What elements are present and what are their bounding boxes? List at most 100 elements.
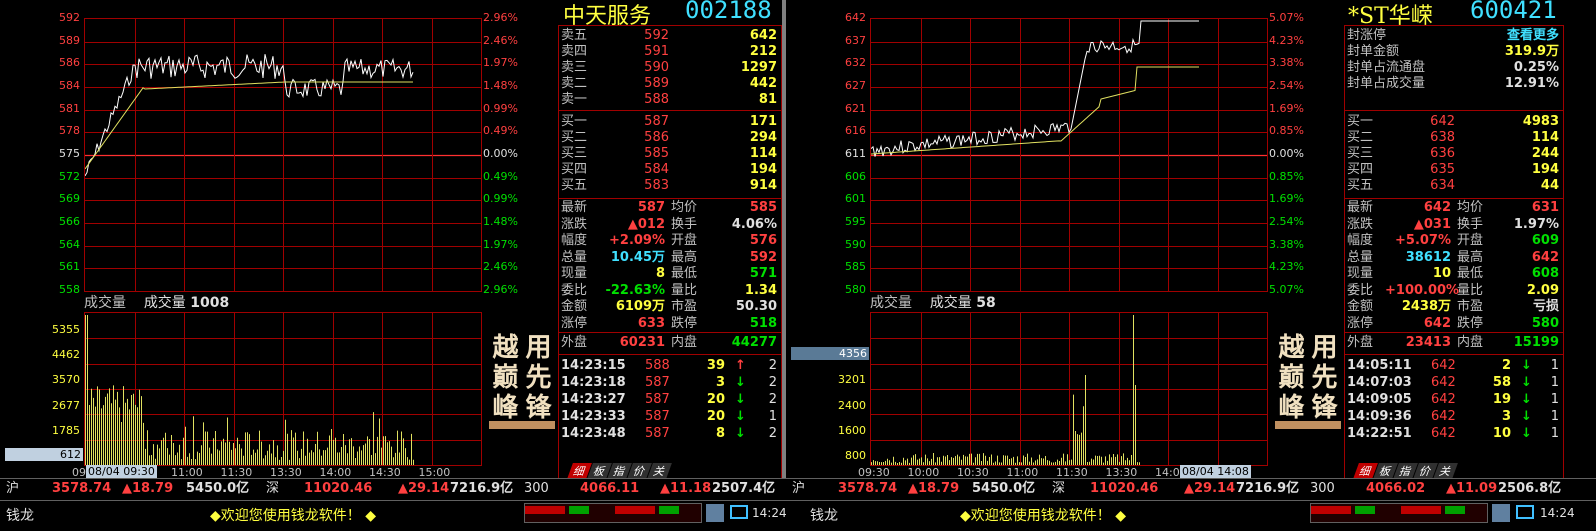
price-line bbox=[84, 54, 414, 177]
pct-tick: 0.85% bbox=[1269, 169, 1304, 183]
sz-amount-right: 7216.9亿 bbox=[1236, 481, 1300, 496]
c300-amount-left: 2507.4亿 bbox=[712, 481, 776, 496]
order-book-row: 卖一 588 81 bbox=[561, 92, 777, 107]
monitor-icon-left[interactable] bbox=[730, 505, 748, 519]
sh-index: 3578.74 bbox=[52, 481, 112, 496]
right-price-chart[interactable] bbox=[870, 18, 1268, 292]
price-tick: 558 bbox=[59, 283, 80, 296]
index-status-bar: 沪 3578.74 ▲18.79 5450.0亿 深 11020.46 ▲29.… bbox=[0, 478, 1596, 501]
pct-tick: 1.97% bbox=[483, 56, 518, 70]
pct-tick: 1.69% bbox=[1269, 101, 1304, 115]
right-volume-svg bbox=[871, 313, 1267, 465]
price-tick: 569 bbox=[59, 192, 80, 206]
app-name-right[interactable]: 钱龙 bbox=[810, 505, 838, 525]
user-icon-left[interactable] bbox=[706, 504, 724, 522]
ad-char: 先 bbox=[1311, 363, 1338, 393]
stat-row: 委比 +100.00% 量比 2.09 bbox=[1347, 282, 1559, 298]
arrow-down-icon: ↓ bbox=[1521, 375, 1532, 390]
pct-tick: 2.46% bbox=[483, 33, 518, 47]
pct-tick: 3.38% bbox=[1269, 237, 1304, 251]
stat-row: 涨停 642 跌停 580 bbox=[1347, 315, 1559, 331]
price-tick: 578 bbox=[59, 124, 80, 138]
arrow-up-icon: ↑ bbox=[735, 358, 746, 373]
app-name-left[interactable]: 钱龙 bbox=[6, 505, 34, 525]
pct-tick: 0.00% bbox=[483, 147, 518, 160]
stat-row: 涨跌 ▲012 换手 4.06% bbox=[561, 216, 777, 232]
pct-tick: 2.54% bbox=[1269, 215, 1304, 228]
ad-char: 峰 bbox=[1278, 393, 1305, 423]
c300-label-right: 300 bbox=[1310, 481, 1335, 496]
vol-tick: 800 bbox=[845, 449, 866, 463]
right-stock-pane: 642 637 632 627 621 616 611 606 601 595 590 585 580 … bbox=[786, 0, 1596, 484]
stat-row: 委比 -22.63% 量比 1.34 bbox=[561, 282, 777, 298]
pct-tick: 0.99% bbox=[483, 192, 518, 206]
left-outer-inner: 外盘 60231 内盘 44277 bbox=[561, 335, 777, 350]
left-vol-label: 成交量 bbox=[143, 295, 186, 311]
ad-char: 巅 bbox=[492, 363, 519, 393]
left-ad-banner[interactable]: 越用巅 先峰锋 bbox=[489, 333, 555, 429]
stat-row: 涨跌 ▲031 换手 1.97% bbox=[1347, 216, 1559, 232]
left-tabs[interactable]: 细板指价关 bbox=[567, 463, 672, 479]
right-ad-banner[interactable]: 越用巅 先峰锋 bbox=[1275, 333, 1341, 429]
order-book-row: 买四 584 194 bbox=[561, 162, 777, 177]
order-book-row: 卖四 591 212 bbox=[561, 44, 777, 59]
pct-tick: 4.23% bbox=[1269, 33, 1304, 47]
sz-label: 深 bbox=[266, 481, 280, 496]
right-volume-chart[interactable] bbox=[870, 312, 1268, 466]
tab-4[interactable]: 关 bbox=[1433, 463, 1458, 479]
right-vol-label: 成交量 bbox=[929, 295, 972, 311]
left-price-svg bbox=[84, 19, 481, 291]
price-tick: 572 bbox=[59, 169, 80, 183]
vol-tick: 1600 bbox=[838, 424, 866, 438]
left-price-chart[interactable] bbox=[84, 18, 482, 292]
left-volume-chart[interactable] bbox=[84, 312, 482, 466]
pct-tick: 3.38% bbox=[1269, 56, 1304, 70]
price-tick: 616 bbox=[845, 124, 866, 138]
price-tick: 589 bbox=[59, 33, 80, 47]
right-stock-code: 600421 bbox=[1470, 0, 1557, 24]
left-vol-marker: 612 bbox=[5, 448, 83, 461]
pct-tick: 1.97% bbox=[483, 237, 518, 251]
vol-tick: 1785 bbox=[52, 424, 80, 438]
vol-tick: 3201 bbox=[838, 373, 866, 387]
sz-change: ▲29.14 bbox=[398, 481, 450, 496]
left-stock-code: 002188 bbox=[685, 0, 772, 24]
c300-index-left: 4066.11 bbox=[580, 481, 640, 496]
market-breadth-bar-left bbox=[524, 503, 702, 523]
price-tick: 637 bbox=[845, 33, 866, 47]
vol-tick: 4462 bbox=[52, 348, 80, 362]
limit-row[interactable]: 封涨停 查看更多 bbox=[1345, 28, 1563, 44]
tick-row: 14:07:03 642 58 ↓ 1 bbox=[1347, 375, 1559, 390]
user-icon-right[interactable] bbox=[1492, 504, 1510, 522]
arrow-down-icon: ↓ bbox=[735, 392, 746, 407]
monitor-icon-right[interactable] bbox=[1516, 505, 1534, 519]
order-book-row: 买二 638 114 bbox=[1347, 130, 1559, 145]
arrow-down-icon: ↓ bbox=[735, 409, 746, 424]
clock-right: 14:24 bbox=[1540, 506, 1575, 520]
stat-row: 幅度 +2.09% 开盘 576 bbox=[561, 233, 777, 248]
right-quote-panel: 封涨停 查看更多 封单金额 319.9万 封单占流通盘 0.25% 封单占成交量 12.91%… bbox=[1344, 25, 1564, 479]
sz-index: 11020.46 bbox=[304, 481, 373, 496]
price-tick: 566 bbox=[59, 215, 80, 228]
sh-label: 沪 bbox=[6, 481, 20, 496]
price-tick: 590 bbox=[845, 237, 866, 251]
price-tick: 584 bbox=[59, 79, 80, 92]
welcome-text-right: ◆欢迎您使用钱龙软件！ ◆ bbox=[960, 508, 1126, 524]
price-tick: 561 bbox=[59, 260, 80, 274]
right-vol-value: 58 bbox=[976, 295, 996, 311]
arrow-down-icon: ↓ bbox=[735, 426, 746, 441]
left-quote-panel: 卖五 592 642 卖四 591 212 卖三 590 1297 卖二 589 442 卖一 588 81… bbox=[558, 25, 782, 479]
arrow-down-icon: ↓ bbox=[735, 375, 746, 390]
sz-label-right: 深 bbox=[1052, 481, 1066, 496]
limit-row: 封单占成交量 12.91% bbox=[1347, 76, 1559, 91]
right-outer-inner: 外盘 23413 内盘 15199 bbox=[1347, 335, 1559, 350]
tab-4[interactable]: 关 bbox=[647, 463, 672, 479]
price-tick: 581 bbox=[59, 101, 80, 115]
price-tick: 585 bbox=[845, 260, 866, 274]
pct-tick: 1.48% bbox=[483, 79, 518, 92]
ad-char: 锋 bbox=[1311, 393, 1338, 423]
price-tick: 642 bbox=[845, 11, 866, 24]
arrow-down-icon: ↓ bbox=[1521, 358, 1532, 373]
arrow-down-icon: ↓ bbox=[1521, 426, 1532, 441]
right-tabs[interactable]: 细板指价关 bbox=[1353, 463, 1458, 479]
